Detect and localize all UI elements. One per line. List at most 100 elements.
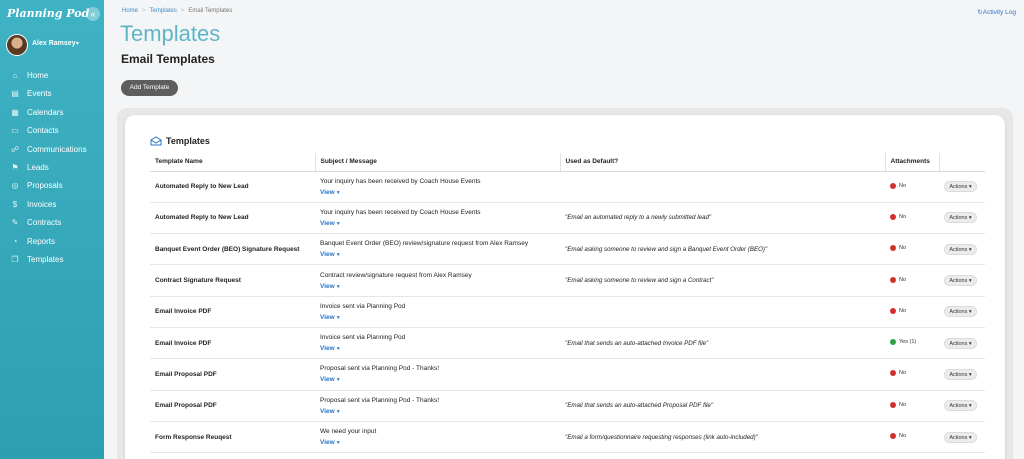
- attachments-status: No: [899, 182, 907, 189]
- sidebar-item-contacts[interactable]: ▭ Contacts: [0, 122, 104, 140]
- table-row: Banquet Event Order (BEO) Signature Requ…: [150, 233, 985, 266]
- chevron-down-icon: ▾: [76, 41, 80, 47]
- subject-text: Proposal sent via Planning Pod - Thanks!: [320, 365, 440, 373]
- actions-dropdown-button[interactable]: Actions ▾: [944, 368, 977, 380]
- sidebar-item-leads[interactable]: ⚑ Leads: [0, 159, 104, 177]
- actions-cell: Actions ▾: [939, 421, 985, 454]
- page-subtitle: Email Templates: [121, 52, 215, 66]
- sidebar-item-reports[interactable]: ◔ Reports: [0, 233, 104, 251]
- home-icon: ⌂: [12, 71, 18, 80]
- actions-dropdown-button[interactable]: Actions ▾: [944, 243, 977, 255]
- template-name: Email Proposal PDF: [150, 390, 315, 422]
- view-label: View: [320, 282, 335, 290]
- subject-text: Invoice sent via Planning Pod: [320, 302, 406, 310]
- column-header-attachments[interactable]: Attachments: [885, 153, 940, 172]
- default-usage: "Email an automated reply to a newly sub…: [560, 202, 885, 235]
- chevron-down-icon: ▼: [335, 189, 341, 196]
- subject-cell: Proposal sent via Planning Pod - Thanks!…: [315, 358, 560, 391]
- attachments-status: No: [899, 276, 907, 283]
- template-name: Automated Reply to New Lead: [150, 171, 315, 203]
- brand-logo[interactable]: Planning Pod: [7, 7, 89, 20]
- attachments-status: No: [899, 370, 907, 377]
- view-link[interactable]: View▼: [320, 439, 341, 446]
- attachments-cell: No: [885, 421, 939, 454]
- actions-dropdown-button[interactable]: Actions ▾: [944, 275, 977, 287]
- actions-dropdown-button[interactable]: Actions ▾: [944, 400, 977, 412]
- sidebar-item-home[interactable]: ⌂ Home: [0, 67, 104, 85]
- breadcrumb-home[interactable]: Home: [122, 8, 138, 14]
- template-name: Email Invoice PDF: [150, 296, 315, 328]
- view-link[interactable]: View▼: [320, 345, 341, 352]
- attachments-cell: No: [885, 390, 939, 422]
- sidebar-item-label: Home: [27, 71, 49, 80]
- sidebar-item-events[interactable]: ▤ Events: [0, 85, 104, 103]
- actions-dropdown-button[interactable]: Actions ▾: [944, 431, 977, 443]
- sidebar-item-label: Invoices: [27, 199, 57, 209]
- attachments-cell: No: [885, 171, 939, 203]
- sidebar-item-proposals[interactable]: ◎ Proposals: [0, 177, 104, 195]
- view-link[interactable]: View▼: [320, 408, 341, 415]
- actions-dropdown-button[interactable]: Actions ▾: [944, 306, 977, 318]
- add-template-button[interactable]: Add Template: [121, 80, 178, 96]
- actions-cell: Actions ▾: [939, 358, 985, 391]
- activity-log-link[interactable]: ↻Activity Log: [977, 8, 1016, 16]
- column-header-template-name[interactable]: Template Name: [150, 153, 316, 172]
- status-dot-icon: [890, 276, 896, 283]
- attachments-status: No: [899, 401, 907, 408]
- sidebar-item-label: Events: [27, 89, 52, 99]
- breadcrumb-templates[interactable]: Templates: [150, 8, 177, 14]
- subject-cell: Invoice sent via Planning Pod View▼: [315, 296, 560, 328]
- subject-cell: Invoice sent via Planning Pod View▼: [315, 327, 560, 360]
- template-name: Email Proposal PDF: [150, 358, 315, 391]
- avatar: [6, 34, 28, 56]
- sidebar-item-invoices[interactable]: $ Invoices: [0, 196, 104, 214]
- view-link[interactable]: View▼: [320, 220, 341, 227]
- templates-table: Template Name Subject / Message Used as …: [150, 153, 985, 454]
- default-usage: [560, 171, 885, 203]
- communications-icon: ☍: [10, 144, 20, 154]
- main-content: Home > Templates > Email Templates ↻Activity…: [104, 0, 1024, 459]
- leads-icon: ⚑: [11, 162, 19, 172]
- view-link[interactable]: View▼: [320, 314, 341, 321]
- chevron-down-icon: ▼: [335, 377, 341, 384]
- actions-cell: Actions ▾: [939, 296, 985, 328]
- default-usage: "Email a form/questionnaire requesting r…: [560, 421, 885, 454]
- reports-icon: ◔: [12, 236, 18, 246]
- subject-text: Contract review/signature request from A…: [320, 271, 472, 279]
- column-header-default[interactable]: Used as Default?: [560, 153, 886, 172]
- subject-cell: Your inquiry has been received by Coach …: [315, 171, 560, 203]
- view-link[interactable]: View▼: [320, 376, 341, 383]
- actions-cell: Actions ▾: [939, 390, 985, 422]
- collapse-sidebar-icon[interactable]: «: [86, 7, 100, 21]
- subject-cell: Proposal sent via Planning Pod - Thanks!…: [315, 390, 560, 422]
- sidebar-item-contracts[interactable]: ✎ Contracts: [0, 214, 104, 232]
- template-name: Contract Signature Request: [150, 264, 315, 297]
- chevron-down-icon: ▼: [335, 314, 341, 321]
- default-usage: "Email asking someone to review and sign…: [560, 233, 885, 266]
- attachments-status: No: [899, 307, 907, 314]
- activity-log-label: Activity Log: [982, 9, 1016, 16]
- chevron-down-icon: ▼: [335, 408, 341, 415]
- actions-dropdown-button[interactable]: Actions ▾: [944, 181, 977, 193]
- actions-cell: Actions ▾: [939, 264, 985, 297]
- contacts-icon: ▭: [11, 126, 19, 136]
- subject-cell: We need your input View▼: [315, 421, 560, 454]
- sidebar-item-templates[interactable]: ❐ Templates: [0, 251, 104, 269]
- status-dot-icon: [890, 182, 896, 189]
- subject-text: Banquet Event Order (BEO) review/signatu…: [320, 240, 529, 248]
- contracts-icon: ✎: [11, 218, 19, 228]
- user-menu[interactable]: Alex Ramsey ▾: [6, 34, 102, 56]
- column-header-subject[interactable]: Subject / Message: [315, 153, 561, 172]
- sidebar-item-label: Reports: [27, 236, 56, 246]
- actions-dropdown-button[interactable]: Actions ▾: [944, 212, 977, 224]
- table-row: Contract Signature Request Contract revie…: [150, 264, 985, 297]
- view-link[interactable]: View▼: [320, 251, 341, 258]
- table-row: Automated Reply to New Lead Your inquiry …: [150, 171, 985, 203]
- view-link[interactable]: View▼: [320, 189, 341, 196]
- table-header-row: Template Name Subject / Message Used as …: [150, 153, 985, 172]
- sidebar-item-calendars[interactable]: ▦ Calendars: [0, 104, 104, 122]
- actions-dropdown-button[interactable]: Actions ▾: [944, 337, 977, 349]
- sidebar-item-communications[interactable]: ☍ Communications: [0, 141, 104, 159]
- view-link[interactable]: View▼: [320, 283, 341, 290]
- subject-cell: Your inquiry has been received by Coach …: [315, 202, 560, 235]
